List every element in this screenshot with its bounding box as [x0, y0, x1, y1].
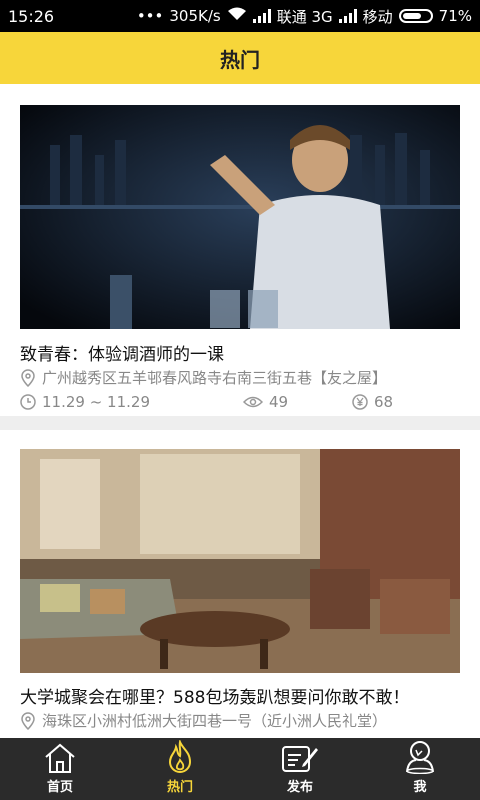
tab-label: 我 [413, 780, 427, 795]
tab-label: 热门 [166, 780, 193, 795]
views-count: 49 [269, 393, 289, 411]
event-location: 海珠区小洲村低洲大街四巷一号（近小洲人民礼堂） [20, 710, 387, 731]
tab-label: 首页 [46, 780, 73, 795]
tab-hot[interactable]: 热门 [120, 738, 240, 800]
event-card[interactable]: 致青春：体验调酒师的一课 广州越秀区五羊邨春风路寺右南三街五巷【友之屋】 11.… [0, 84, 480, 414]
page-header: 热门 [0, 32, 480, 84]
bottom-tab-bar: 首页 热门 发布 我 [0, 738, 480, 800]
event-date: 11.29 ~ 11.29 [20, 393, 150, 411]
card-divider [0, 416, 480, 430]
user-icon [406, 741, 434, 774]
yen-icon [352, 394, 368, 410]
carrier-2: 移动 [362, 7, 393, 26]
event-title[interactable]: 大学城聚会在哪里？588包场轰趴想要问你敢不敢！ [20, 683, 460, 708]
signal-icon [252, 9, 271, 23]
price-value: 68 [374, 393, 394, 411]
clock-icon [20, 394, 36, 410]
status-time: 15:26 [8, 6, 55, 26]
location-text: 广州越秀区五羊邨春风路寺右南三街五巷【友之屋】 [42, 369, 388, 387]
battery-icon [398, 9, 433, 23]
event-price: 68 [352, 393, 393, 411]
page-title: 热门 [220, 47, 260, 72]
tab-label: 发布 [286, 780, 313, 795]
network-speed: 305K/s [169, 7, 221, 25]
event-title[interactable]: 致青春：体验调酒师的一课 [20, 340, 460, 365]
event-image-bartender[interactable] [20, 105, 460, 329]
eye-icon [243, 396, 263, 408]
status-bar: 15:26 ••• 305K/s 联通 3G 移动 71% [0, 0, 480, 32]
event-image-lounge[interactable] [20, 449, 460, 673]
location-pin-icon [21, 711, 35, 730]
event-location: 广州越秀区五羊邨春风路寺右南三街五巷【友之屋】 [20, 367, 387, 388]
battery-percent: 71% [438, 7, 472, 25]
status-dots: ••• [136, 7, 164, 25]
tab-publish[interactable]: 发布 [240, 738, 360, 800]
location-pin-icon [21, 368, 35, 387]
tab-home[interactable]: 首页 [0, 738, 120, 800]
wifi-icon [227, 7, 247, 25]
date-text: 11.29 ~ 11.29 [42, 393, 150, 411]
signal-icon [338, 9, 357, 23]
carrier-1: 联通 3G [276, 7, 333, 26]
event-views: 49 [243, 393, 288, 411]
location-text: 海珠区小洲村低洲大街四巷一号（近小洲人民礼堂） [42, 712, 388, 730]
home-icon [45, 743, 75, 773]
event-card[interactable]: 大学城聚会在哪里？588包场轰趴想要问你敢不敢！ 海珠区小洲村低洲大街四巷一号（… [0, 430, 480, 738]
compose-icon [282, 746, 318, 772]
tab-me[interactable]: 我 [360, 738, 480, 800]
status-indicators: ••• 305K/s 联通 3G 移动 71% [137, 6, 472, 27]
flame-icon [168, 740, 192, 773]
